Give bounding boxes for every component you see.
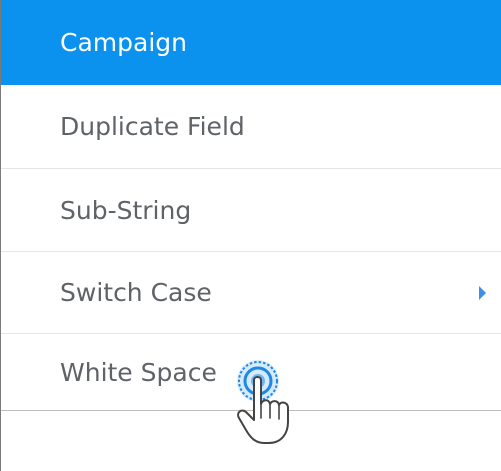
menu-item-label: Campaign [60,28,187,57]
menu-item-duplicate-field[interactable]: Duplicate Field [1,85,501,168]
menu-item-label: Duplicate Field [60,112,245,141]
menu-item-label: White Space [60,357,217,387]
menu-item-label: Sub-String [60,195,192,225]
menu-item-switch-case[interactable]: Switch Case [1,252,501,333]
menu-item-white-space[interactable]: White Space [1,334,501,410]
context-menu: Campaign Duplicate Field Sub-String Swit… [0,0,501,471]
menu-item-sub-string[interactable]: Sub-String [1,169,501,251]
chevron-right-icon [479,285,486,300]
menu-item-campaign[interactable]: Campaign [1,0,501,85]
menu-bottom-divider [1,410,501,411]
menu-item-label: Switch Case [60,278,212,307]
